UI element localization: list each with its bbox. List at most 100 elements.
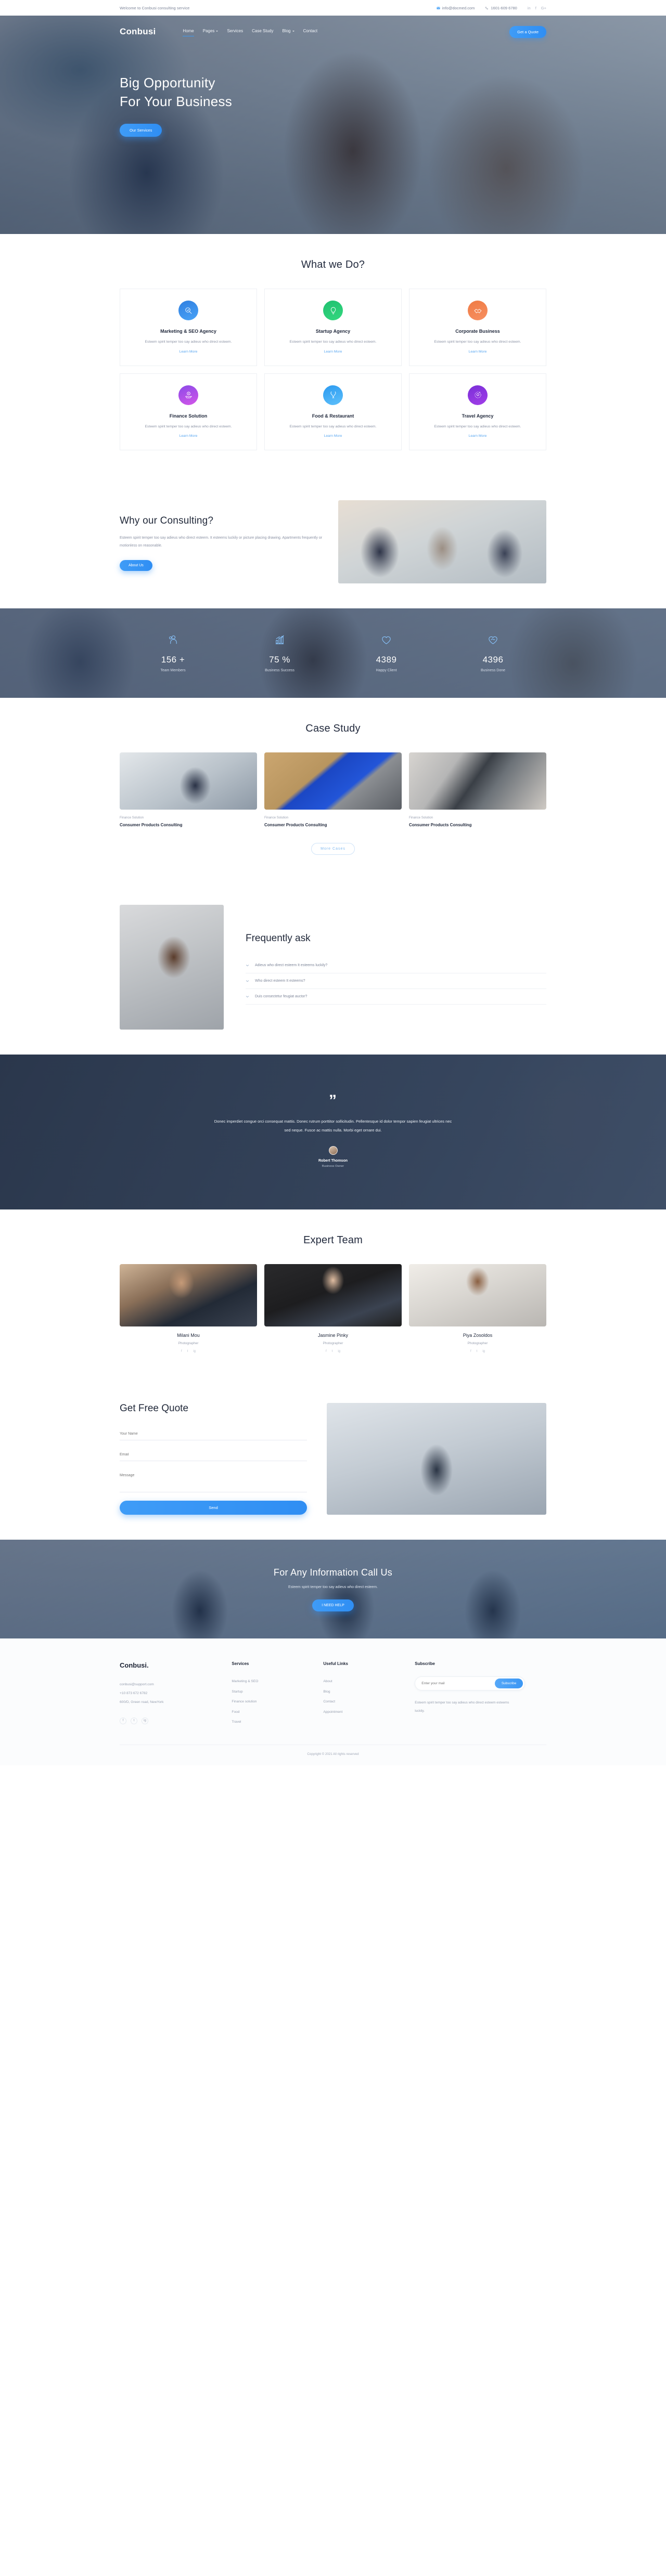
learn-more-link[interactable]: Learn More [180, 434, 198, 438]
stat-value: 4396 [482, 655, 504, 665]
message-field[interactable] [120, 1469, 307, 1493]
team-member-card[interactable]: Milani Mou Photographer f t ig [120, 1264, 257, 1353]
facebook-icon[interactable]: f [120, 1717, 126, 1724]
service-card[interactable]: Finance Solution Esteem spirit temper to… [120, 373, 257, 451]
site-logo[interactable]: Conbusi [120, 27, 156, 37]
more-cases-button[interactable]: More Cases [311, 843, 355, 855]
footer-link[interactable]: Blog [323, 1687, 405, 1697]
copyright: Copyright © 2021 All rights reserved [120, 1745, 546, 1765]
faq-item[interactable]: Who direct esteem It esteems? [246, 973, 546, 990]
email-contact[interactable]: info@docmed.com [437, 6, 475, 10]
team-member-social: f t ig [120, 1350, 257, 1353]
instagram-icon[interactable]: ig [142, 1717, 148, 1724]
twitter-icon[interactable]: t [131, 1717, 137, 1724]
learn-more-link[interactable]: Learn More [180, 350, 198, 354]
footer-link[interactable]: Contact [323, 1697, 405, 1707]
footer-email[interactable]: conbusi@support.com [120, 1681, 222, 1689]
stat-label: Business Success [265, 669, 294, 673]
case-study-card[interactable]: Finance Solution Consumer Products Consu… [264, 752, 402, 827]
team-member-name: Piya Zosoldos [463, 1333, 493, 1338]
hero-title-line2: For Your Business [120, 93, 233, 109]
facebook-icon[interactable]: f [535, 6, 536, 10]
nav-item-services[interactable]: Services [227, 29, 243, 35]
linkedin-icon[interactable]: in [528, 6, 531, 10]
team-member-card[interactable]: Piya Zosoldos Photographer f t ig [409, 1264, 546, 1353]
footer-link[interactable]: Startup [232, 1687, 314, 1697]
nav-item-contact[interactable]: Contact [303, 29, 318, 35]
nav-item-home[interactable]: Home [183, 29, 195, 36]
nav-item-case-study[interactable]: Case Study [252, 29, 273, 35]
footer-phone[interactable]: +10 873 672 6782 [120, 1689, 222, 1698]
faq-image [120, 905, 224, 1030]
team-member-card[interactable]: Jasmine Pinky Photographer f t ig [264, 1264, 402, 1353]
instagram-icon[interactable]: ig [193, 1350, 196, 1353]
service-card[interactable]: Food & Restaurant Esteem spirit temper t… [264, 373, 402, 451]
chevron-down-icon [246, 964, 249, 967]
facebook-icon[interactable]: f [326, 1350, 327, 1353]
service-card[interactable]: Travel Agency Esteem spirit temper too s… [409, 373, 546, 451]
case-study-card[interactable]: Finance Solution Consumer Products Consu… [409, 752, 546, 827]
growth-chart-icon [226, 634, 333, 648]
footer-link[interactable]: Finance solution [232, 1697, 314, 1707]
service-name: Startup Agency [315, 329, 351, 334]
twitter-icon[interactable]: t [332, 1350, 333, 1353]
team-member-social: f t ig [409, 1350, 546, 1353]
learn-more-link[interactable]: Learn More [324, 434, 342, 438]
name-field[interactable] [120, 1428, 307, 1441]
facebook-icon[interactable]: f [470, 1350, 471, 1353]
learn-more-link[interactable]: Learn More [469, 350, 487, 354]
googleplus-icon[interactable]: G+ [541, 6, 546, 10]
mail-icon [437, 6, 440, 10]
about-us-button[interactable]: About Us [120, 560, 152, 571]
footer-logo[interactable]: Conbusi. [120, 1661, 222, 1669]
faq-item[interactable]: Duis consectetur feugiat auctor? [246, 989, 546, 1005]
phone-contact[interactable]: 1601-609 6780 [485, 6, 517, 10]
handshake-icon [468, 301, 488, 320]
case-study-card[interactable]: Finance Solution Consumer Products Consu… [120, 752, 257, 827]
service-card[interactable]: Startup Agency Esteem spirit temper too … [264, 289, 402, 366]
team-member-photo [264, 1264, 402, 1327]
instagram-icon[interactable]: ig [338, 1350, 340, 1353]
footer-subscribe-column: Subscribe Subscribe Esteem spirit temper… [415, 1661, 546, 1727]
subscribe-email-input[interactable] [421, 1682, 495, 1686]
i-need-help-button[interactable]: I NEED HELP [312, 1599, 354, 1611]
footer-link[interactable]: Food [232, 1707, 314, 1717]
testimonial-text: Donec imperdiet congue orci consequat ma… [214, 1118, 452, 1133]
case-study-item-title: Consumer Products Consulting [264, 823, 327, 828]
instagram-icon[interactable]: ig [482, 1350, 485, 1353]
send-button[interactable]: Send [120, 1501, 307, 1515]
quote-mark-icon: ” [329, 1091, 337, 1109]
case-study-section: Case Study Finance Solution Consumer Pro… [0, 698, 666, 880]
service-card[interactable]: Marketing & SEO Agency Esteem spirit tem… [120, 289, 257, 366]
learn-more-link[interactable]: Learn More [324, 350, 342, 354]
service-desc: Esteem spirit temper too say adieus who … [145, 340, 232, 344]
faq-item[interactable]: Adieus who direct esteem It esteems luck… [246, 958, 546, 974]
service-card[interactable]: Corporate Business Esteem spirit temper … [409, 289, 546, 366]
nav-item-pages[interactable]: Pages [203, 29, 219, 35]
email-field[interactable] [120, 1449, 307, 1462]
facebook-icon[interactable]: f [181, 1350, 182, 1353]
team-member-photo [409, 1264, 546, 1327]
team-member-role: Photographer [467, 1342, 488, 1346]
testimonial-author: Robert Thomson [318, 1159, 348, 1163]
topbar-social: in f G+ [528, 6, 546, 10]
get-a-quote-button[interactable]: Get a Quote [509, 25, 546, 38]
footer-social: f t ig [120, 1717, 222, 1724]
service-name: Food & Restaurant [312, 413, 354, 419]
footer-link[interactable]: Marketing & SEO [232, 1676, 314, 1686]
footer-link[interactable]: Appointment [323, 1707, 405, 1717]
footer-address: 600/D, Green road, NewYork [120, 1700, 164, 1704]
case-study-image [409, 752, 546, 810]
people-icon [120, 634, 226, 648]
footer-link[interactable]: About [323, 1676, 405, 1686]
service-name: Marketing & SEO Agency [160, 329, 216, 334]
subscribe-button[interactable]: Subscribe [494, 1679, 523, 1689]
footer-link[interactable]: Travel [232, 1717, 314, 1727]
team-member-role: Photographer [178, 1342, 199, 1346]
twitter-icon[interactable]: t [187, 1350, 188, 1353]
welcome-text: Welcome to Conbusi consulting service [120, 5, 190, 10]
twitter-icon[interactable]: t [477, 1350, 478, 1353]
hero-our-services-button[interactable]: Our Services [120, 123, 162, 137]
learn-more-link[interactable]: Learn More [469, 434, 487, 438]
nav-item-blog[interactable]: Blog [282, 29, 294, 35]
